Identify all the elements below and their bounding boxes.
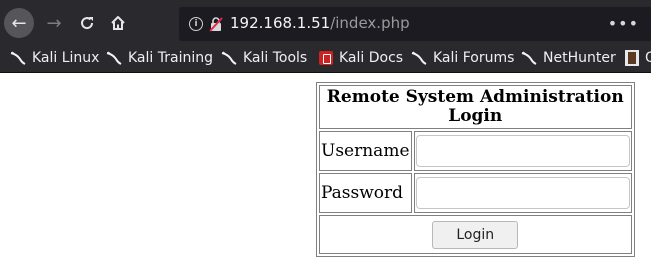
kali-dragon-icon: [106, 51, 122, 65]
bookmark-kali-tools[interactable]: Kali Tools: [221, 48, 307, 68]
url-host: 192.168.1.51: [230, 14, 331, 32]
bookmark-label: NetHunter: [543, 50, 616, 66]
bookmark-label: O: [645, 50, 651, 66]
password-input[interactable]: [415, 177, 630, 209]
home-icon: [111, 16, 125, 30]
url-text[interactable]: 192.168.1.51/index.php: [230, 14, 410, 32]
insecure-connection-icon[interactable]: [208, 16, 224, 32]
bookmark-icon: [625, 50, 639, 66]
password-label: Password: [319, 173, 412, 213]
forward-button[interactable]: →: [40, 9, 68, 37]
arrow-left-icon: ←: [11, 12, 27, 34]
reload-button[interactable]: [73, 9, 101, 37]
more-actions-icon[interactable]: •••: [608, 14, 639, 33]
arrow-right-icon: →: [46, 12, 62, 34]
username-cell: [413, 131, 632, 171]
username-label: Username: [319, 131, 412, 171]
bookmark-label: Kali Linux: [32, 50, 100, 66]
kali-dragon-icon: [411, 51, 427, 65]
reload-icon: [81, 17, 94, 30]
url-path: /index.php: [330, 14, 410, 32]
login-button[interactable]: Login: [432, 220, 519, 249]
back-button[interactable]: ←: [4, 8, 34, 38]
bookmark-kali-forums[interactable]: Kali Forums: [411, 48, 514, 68]
url-bar[interactable]: i 192.168.1.51/index.php •••: [179, 7, 651, 41]
docs-icon: [319, 51, 333, 65]
bookmark-label: Kali Forums: [433, 50, 515, 66]
bookmark-label: Kali Docs: [339, 50, 404, 66]
browser-toolbar: ← → i 192.168.1.51/index.php •••: [0, 0, 651, 44]
kali-dragon-icon: [521, 51, 537, 65]
bookmark-kali-linux[interactable]: Kali Linux: [10, 48, 99, 68]
login-button-cell: Login: [319, 215, 632, 254]
login-form: Remote System Administration Login Usern…: [316, 82, 635, 257]
username-input[interactable]: [415, 135, 630, 167]
login-title: Remote System Administration Login: [319, 85, 632, 129]
info-icon[interactable]: i: [189, 17, 203, 31]
kali-dragon-icon: [221, 51, 237, 65]
bookmark-kali-docs[interactable]: Kali Docs: [319, 48, 403, 68]
bookmark-label: Kali Tools: [243, 50, 308, 66]
bookmarks-toolbar: Kali Linux Kali Training Kali Tools Kali…: [0, 44, 651, 73]
bookmark-nethunter[interactable]: NetHunter: [521, 48, 616, 68]
kali-dragon-icon: [10, 51, 26, 65]
bookmark-overflow[interactable]: O: [625, 48, 651, 68]
bookmark-label: Kali Training: [128, 50, 213, 66]
password-cell: [413, 173, 632, 213]
bookmark-kali-training[interactable]: Kali Training: [106, 48, 213, 68]
home-button[interactable]: [104, 9, 132, 37]
